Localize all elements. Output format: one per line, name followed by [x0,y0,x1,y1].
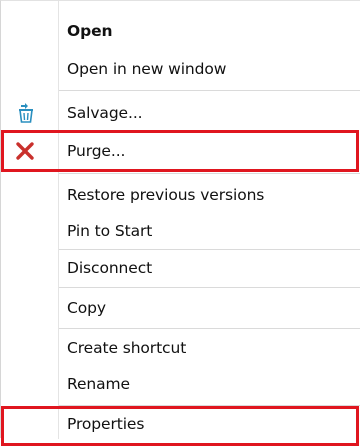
menu-item-disconnect[interactable]: Disconnect [1,250,360,286]
menu-item-salvage[interactable]: Salvage... [1,95,360,131]
menu-separator [59,287,360,288]
menu-item-create-shortcut[interactable]: Create shortcut [1,330,360,366]
menu-item-restore-previous-versions[interactable]: Restore previous versions [1,177,360,213]
salvage-icon [15,102,37,124]
menu-item-copy[interactable]: Copy [1,289,360,327]
menu-item-label: Rename [67,375,130,393]
properties-highlight-box [1,406,359,446]
context-menu: Open Open in new window Salvage... Purge… [0,0,360,446]
menu-separator [59,90,360,91]
menu-item-rename[interactable]: Rename [1,366,360,402]
purge-highlight-box [1,130,359,172]
menu-item-open-in-new-window[interactable]: Open in new window [1,51,360,87]
menu-item-label: Open in new window [67,60,227,78]
menu-item-label: Create shortcut [67,339,187,357]
menu-item-pin-to-start[interactable]: Pin to Start [1,213,360,249]
menu-separator [59,328,360,329]
menu-item-label: Copy [67,299,106,317]
menu-item-label: Pin to Start [67,222,153,240]
menu-item-label: Salvage... [67,104,143,122]
menu-item-label: Open [67,22,113,40]
menu-separator [59,173,360,174]
menu-item-label: Disconnect [67,259,153,277]
menu-item-open[interactable]: Open [1,13,360,49]
menu-item-label: Restore previous versions [67,186,265,204]
